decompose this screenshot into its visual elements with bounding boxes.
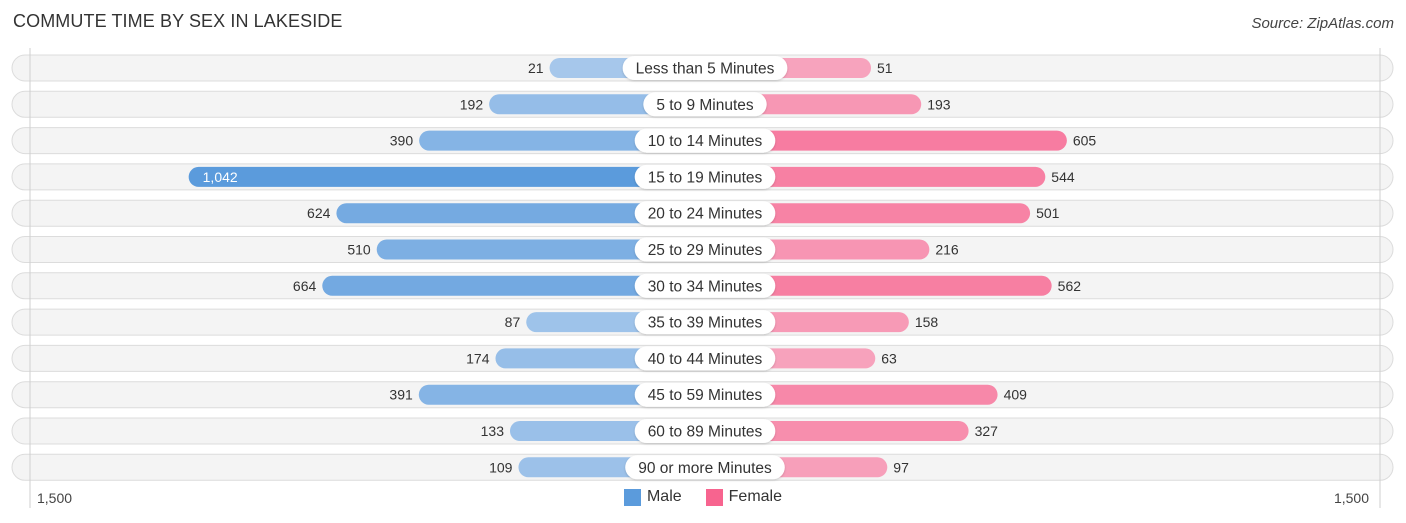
category-text: 60 to 89 Minutes bbox=[648, 424, 763, 441]
value-label-female: 605 bbox=[1073, 133, 1097, 149]
value-label-male: 1,042 bbox=[203, 169, 238, 185]
category-text: 25 to 29 Minutes bbox=[648, 242, 763, 259]
value-label-female: 216 bbox=[935, 242, 959, 258]
category-text: 20 to 24 Minutes bbox=[648, 206, 763, 223]
value-label-male: 510 bbox=[347, 242, 371, 258]
value-label-male: 390 bbox=[390, 133, 414, 149]
legend-item-male[interactable]: Male bbox=[623, 488, 682, 506]
category-text: 30 to 34 Minutes bbox=[648, 278, 763, 295]
value-label-female: 63 bbox=[881, 350, 897, 366]
category-text: 15 to 19 Minutes bbox=[648, 169, 763, 186]
bars bbox=[188, 58, 1067, 478]
category-label: 10 to 14 Minutes bbox=[634, 128, 776, 153]
category-text: 10 to 14 Minutes bbox=[648, 133, 763, 150]
legend-label-male: Male bbox=[646, 488, 682, 505]
category-label: 45 to 59 Minutes bbox=[634, 382, 776, 407]
row-tracks bbox=[11, 54, 1394, 481]
category-label: 60 to 89 Minutes bbox=[634, 419, 776, 443]
legend-swatch-male bbox=[623, 488, 641, 506]
value-label-male: 174 bbox=[466, 350, 490, 366]
value-label-female: 501 bbox=[1036, 205, 1060, 221]
category-label: 20 to 24 Minutes bbox=[634, 201, 776, 226]
category-text: 40 to 44 Minutes bbox=[648, 351, 763, 368]
value-label-female: 97 bbox=[893, 459, 909, 475]
category-label: 15 to 19 Minutes bbox=[634, 164, 776, 189]
value-label-male: 664 bbox=[293, 278, 317, 294]
value-label-female: 51 bbox=[877, 60, 893, 76]
value-label-female: 193 bbox=[927, 96, 951, 112]
value-label-female: 544 bbox=[1051, 169, 1075, 185]
category-label: 35 to 39 Minutes bbox=[634, 310, 776, 335]
category-label: 5 to 9 Minutes bbox=[643, 92, 767, 117]
value-label-female: 327 bbox=[975, 423, 999, 439]
value-label-male: 624 bbox=[307, 205, 331, 221]
value-label-male: 133 bbox=[481, 423, 505, 439]
category-label: Less than 5 Minutes bbox=[622, 56, 788, 80]
category-label: 30 to 34 Minutes bbox=[634, 273, 776, 298]
category-text: 5 to 9 Minutes bbox=[656, 97, 754, 114]
category-labels: 21 51 Less than 5 Minutes 192 193 5 to 9 Minu… bbox=[203, 56, 1097, 480]
category-text: 35 to 39 Minutes bbox=[648, 315, 763, 332]
legend-item-female[interactable]: Female bbox=[705, 488, 783, 506]
legend-label-female: Female bbox=[728, 488, 783, 505]
value-label-male: 87 bbox=[505, 314, 521, 330]
value-label-female: 409 bbox=[1004, 387, 1028, 403]
value-label-male: 21 bbox=[528, 60, 544, 76]
category-text: Less than 5 Minutes bbox=[636, 61, 775, 78]
category-text: 45 to 59 Minutes bbox=[648, 387, 763, 404]
value-label-male: 109 bbox=[489, 459, 513, 475]
category-label: 40 to 44 Minutes bbox=[634, 346, 776, 371]
legend-swatch-female bbox=[705, 488, 723, 506]
bar-male[interactable] bbox=[188, 166, 705, 187]
legend: Male Female bbox=[0, 488, 1406, 506]
chart-canvas: 21 51 Less than 5 Minutes 192 193 5 to 9 Minu… bbox=[11, 48, 1394, 508]
value-label-female: 158 bbox=[915, 314, 939, 330]
value-label-female: 562 bbox=[1058, 278, 1082, 294]
value-label-male: 192 bbox=[460, 96, 484, 112]
category-label: 25 to 29 Minutes bbox=[634, 237, 776, 262]
category-text: 90 or more Minutes bbox=[638, 460, 772, 477]
category-label: 90 or more Minutes bbox=[625, 455, 785, 480]
value-label-male: 391 bbox=[389, 387, 413, 403]
